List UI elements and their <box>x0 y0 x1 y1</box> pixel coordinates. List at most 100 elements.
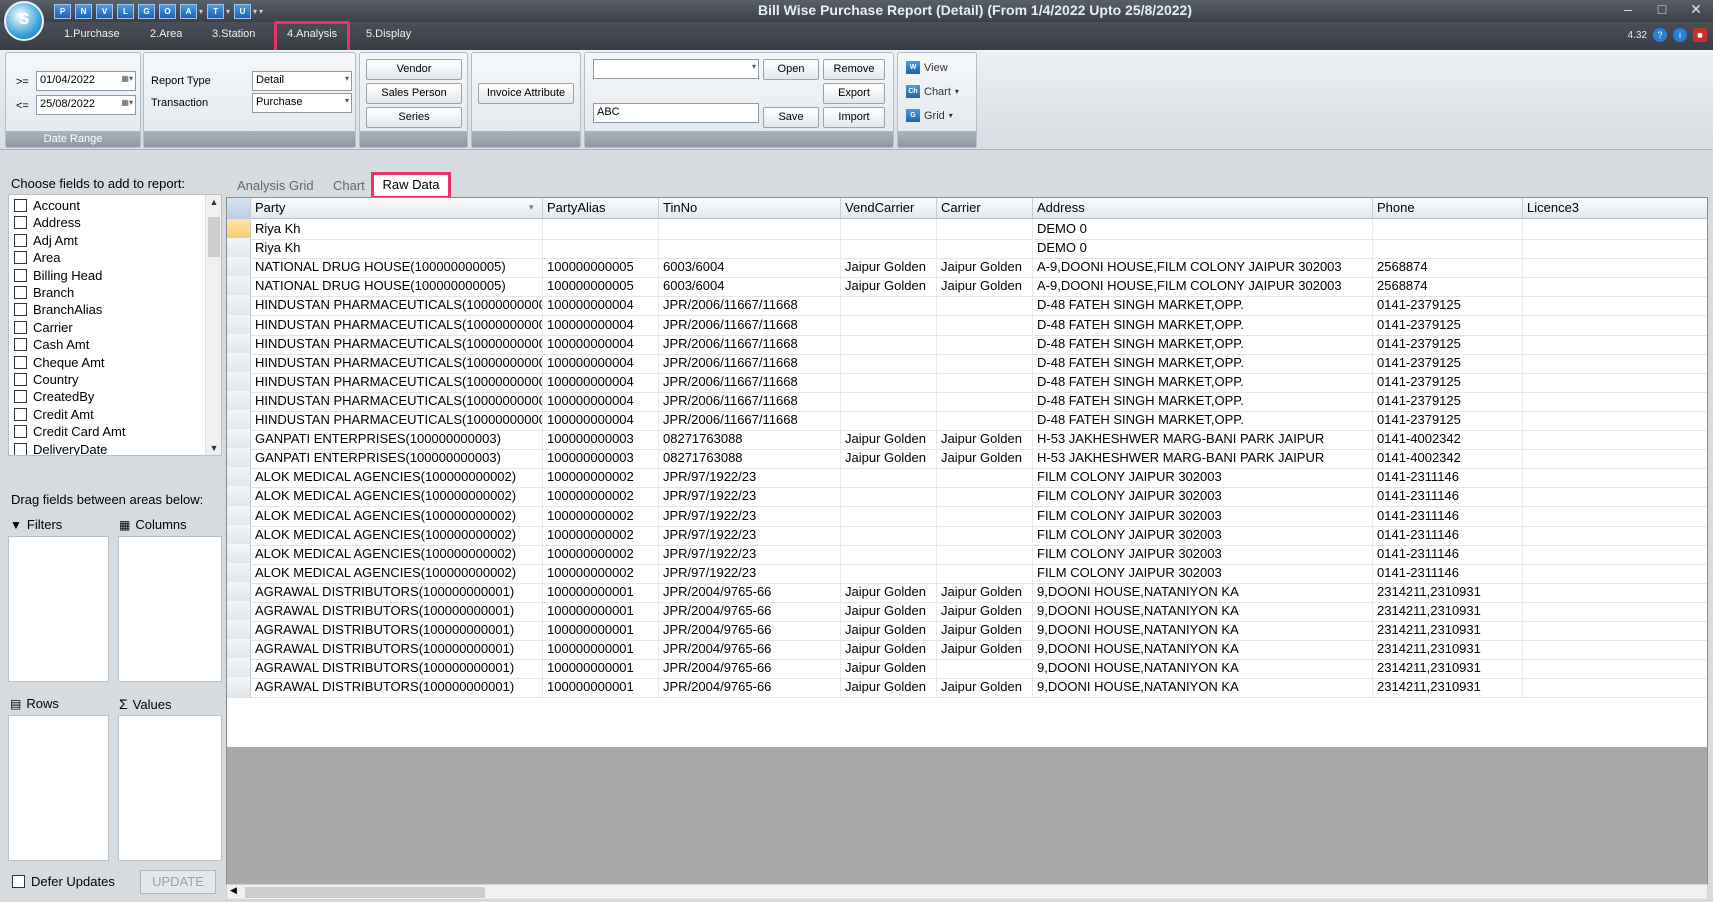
table-cell[interactable]: 100000000001 <box>543 639 659 661</box>
field-list-item[interactable]: Billing Head <box>14 266 102 285</box>
table-row[interactable]: ALOK MEDICAL AGENCIES(100000000002) 10000… <box>227 524 1707 546</box>
table-cell[interactable]: D-48 FATEH SINGH MARKET,OPP. <box>1033 371 1373 393</box>
row-selector[interactable] <box>227 639 251 661</box>
filters-drop-area[interactable] <box>8 536 109 682</box>
table-cell[interactable]: HINDUSTAN PHARMACEUTICALS(100000000004) <box>251 295 543 317</box>
row-selector[interactable] <box>227 238 251 260</box>
table-cell[interactable]: 9,DOONI HOUSE,NATANIYON KA <box>1033 658 1373 680</box>
checkbox[interactable] <box>14 320 27 334</box>
table-cell[interactable]: HINDUSTAN PHARMACEUTICALS(100000000004) <box>251 333 543 355</box>
quick-access-button[interactable]: G <box>138 3 155 19</box>
table-row[interactable]: NATIONAL DRUG HOUSE(100000000005) 1000000… <box>227 276 1707 298</box>
table-cell[interactable]: Jaipur Golden <box>841 677 937 699</box>
table-row[interactable]: HINDUSTAN PHARMACEUTICALS(100000000004) 1… <box>227 295 1707 317</box>
table-cell[interactable] <box>841 371 937 393</box>
table-cell[interactable]: 100000000001 <box>543 677 659 699</box>
table-cell[interactable]: 9,DOONI HOUSE,NATANIYON KA <box>1033 639 1373 661</box>
table-cell[interactable]: GANPATI ENTERPRISES(100000000003) <box>251 448 543 470</box>
checkbox[interactable] <box>12 875 25 888</box>
table-row[interactable]: HINDUSTAN PHARMACEUTICALS(100000000004) 1… <box>227 410 1707 431</box>
checkbox[interactable] <box>14 390 27 404</box>
columns-drop-area[interactable] <box>118 536 222 682</box>
table-cell[interactable] <box>1523 353 1707 374</box>
table-cell[interactable]: JPR/2004/9765-66 <box>659 601 841 622</box>
table-cell[interactable] <box>937 314 1033 336</box>
invoice-attribute-button[interactable]: Invoice Attribute <box>478 83 574 104</box>
table-cell[interactable]: H-53 JAKHESHWER MARG-BANI PARK JAIPUR <box>1033 429 1373 451</box>
table-cell[interactable] <box>1523 295 1707 316</box>
table-cell[interactable]: 0141-2379125 <box>1373 371 1523 393</box>
table-cell[interactable]: 100000000001 <box>543 581 659 603</box>
table-cell[interactable] <box>937 543 1033 565</box>
checkbox[interactable] <box>14 425 27 439</box>
customize-toolbar-icon[interactable]: ▾ <box>259 7 263 16</box>
table-cell[interactable] <box>1373 219 1523 240</box>
table-row[interactable]: ALOK MEDICAL AGENCIES(100000000002) 10000… <box>227 486 1707 508</box>
quick-access-button[interactable]: V <box>96 3 113 19</box>
field-list-item[interactable]: Adj Amt <box>14 231 78 250</box>
table-row[interactable]: GANPATI ENTERPRISES(100000000003) 1000000… <box>227 448 1707 470</box>
table-cell[interactable]: D-48 FATEH SINGH MARKET,OPP. <box>1033 314 1373 336</box>
table-cell[interactable] <box>1523 448 1707 469</box>
table-cell[interactable] <box>937 486 1033 508</box>
table-cell[interactable]: 100000000004 <box>543 295 659 317</box>
table-cell[interactable]: 100000000002 <box>543 486 659 508</box>
table-cell[interactable]: 100000000002 <box>543 562 659 584</box>
table-cell[interactable]: 2568874 <box>1373 257 1523 279</box>
exit-icon[interactable]: ■ <box>1693 28 1707 42</box>
table-cell[interactable]: ALOK MEDICAL AGENCIES(100000000002) <box>251 524 543 546</box>
table-cell[interactable] <box>1373 238 1523 260</box>
table-cell[interactable]: 0141-2311146 <box>1373 505 1523 527</box>
table-row[interactable]: Riya Kh DEMO 0 <box>227 238 1707 260</box>
date-to-field[interactable]: 25/08/2022 ▦▾ <box>36 95 136 115</box>
table-cell[interactable]: JPR/2006/11667/11668 <box>659 314 841 336</box>
field-list-item[interactable]: Address <box>14 213 81 232</box>
table-cell[interactable] <box>1523 582 1707 603</box>
table-cell[interactable]: ALOK MEDICAL AGENCIES(100000000002) <box>251 505 543 527</box>
table-cell[interactable]: 0141-2379125 <box>1373 352 1523 374</box>
table-cell[interactable]: 0141-2311146 <box>1373 524 1523 546</box>
checkbox[interactable] <box>14 338 27 352</box>
table-cell[interactable]: A-9,DOONI HOUSE,FILM COLONY JAIPUR 30200… <box>1033 257 1373 279</box>
table-cell[interactable]: NATIONAL DRUG HOUSE(100000000005) <box>251 276 543 298</box>
table-cell[interactable]: JPR/97/1922/23 <box>659 505 841 527</box>
field-list-item[interactable]: Area <box>14 248 60 267</box>
tab-chart[interactable]: Chart <box>333 178 365 193</box>
minimize-button[interactable]: – <box>1611 0 1645 20</box>
row-selector[interactable] <box>227 524 251 546</box>
table-cell[interactable]: Jaipur Golden <box>841 658 937 680</box>
table-cell[interactable] <box>937 238 1033 260</box>
values-drop-area[interactable] <box>118 715 222 861</box>
table-cell[interactable]: 100000000004 <box>543 314 659 336</box>
table-cell[interactable]: D-48 FATEH SINGH MARKET,OPP. <box>1033 390 1373 412</box>
table-cell[interactable]: 6003/6004 <box>659 257 841 279</box>
table-cell[interactable]: 100000000004 <box>543 352 659 374</box>
save-button[interactable]: Save <box>763 107 819 128</box>
table-cell[interactable]: FILM COLONY JAIPUR 302003 <box>1033 543 1373 565</box>
table-cell[interactable]: Jaipur Golden <box>937 257 1033 279</box>
table-row[interactable]: AGRAWAL DISTRIBUTORS(100000000001) 100000… <box>227 658 1707 680</box>
table-cell[interactable]: FILM COLONY JAIPUR 302003 <box>1033 486 1373 508</box>
field-list-item[interactable]: CreatedBy <box>14 387 94 406</box>
column-header[interactable]: PartyAlias <box>543 198 659 219</box>
table-cell[interactable] <box>841 238 937 260</box>
quick-access-button[interactable]: L <box>117 3 134 19</box>
row-selector[interactable] <box>227 543 251 565</box>
table-cell[interactable] <box>937 524 1033 546</box>
table-cell[interactable] <box>937 295 1033 317</box>
table-row[interactable]: AGRAWAL DISTRIBUTORS(100000000001) 100000… <box>227 601 1707 622</box>
table-cell[interactable]: DEMO 0 <box>1033 219 1373 240</box>
table-row[interactable]: AGRAWAL DISTRIBUTORS(100000000001) 100000… <box>227 620 1707 642</box>
table-cell[interactable]: 100000000004 <box>543 371 659 393</box>
row-selector[interactable] <box>227 314 251 336</box>
field-list-scrollbar[interactable]: ▲ ▼ <box>205 195 221 455</box>
column-header[interactable]: VendCarrier <box>841 198 937 219</box>
table-cell[interactable]: D-48 FATEH SINGH MARKET,OPP. <box>1033 295 1373 317</box>
tab-raw-data[interactable]: Raw Data <box>371 172 451 199</box>
table-cell[interactable]: HINDUSTAN PHARMACEUTICALS(100000000004) <box>251 352 543 374</box>
table-cell[interactable]: NATIONAL DRUG HOUSE(100000000005) <box>251 257 543 279</box>
quick-access-button[interactable]: O <box>159 3 176 19</box>
table-cell[interactable] <box>1523 238 1707 259</box>
field-list-item[interactable]: Cash Amt <box>14 335 89 354</box>
table-cell[interactable]: 100000000005 <box>543 257 659 279</box>
